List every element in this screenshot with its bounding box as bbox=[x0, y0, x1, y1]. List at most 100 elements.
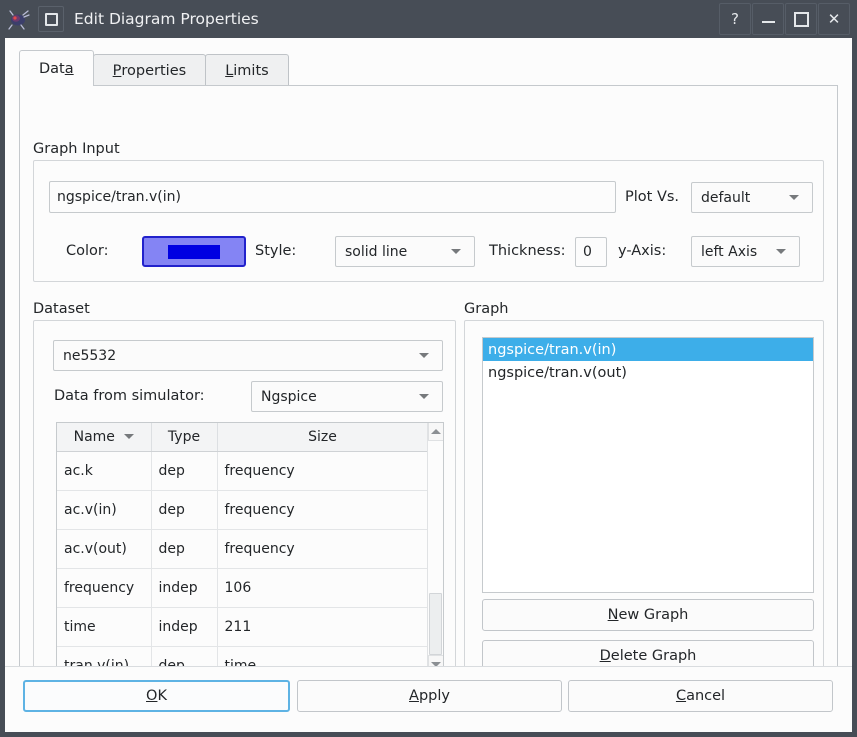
dataset-table-body: ac.k dep frequency ac.v(in) dep frequenc… bbox=[57, 451, 429, 673]
tab-data-accel: a bbox=[64, 60, 74, 77]
new-graph-label: ew Graph bbox=[618, 607, 689, 623]
thickness-input-value: 0 bbox=[583, 244, 592, 260]
sort-descending-icon bbox=[123, 434, 134, 440]
help-icon: ? bbox=[731, 10, 739, 28]
scroll-up-button[interactable] bbox=[428, 423, 443, 441]
ok-label: K bbox=[157, 688, 167, 704]
close-icon: ✕ bbox=[827, 10, 841, 28]
graph-list[interactable]: ngspice/tran.v(in) ngspice/tran.v(out) bbox=[482, 337, 814, 593]
cell-name: ac.v(out) bbox=[57, 529, 152, 569]
list-item[interactable]: ngspice/tran.v(in) bbox=[483, 338, 813, 361]
tab-bar: Dat a Properties Limits bbox=[19, 50, 289, 86]
cell-name: ac.k bbox=[57, 451, 152, 491]
window-title: Edit Diagram Properties bbox=[74, 10, 259, 28]
cell-size: 211 bbox=[217, 607, 429, 647]
maximize-button[interactable] bbox=[785, 3, 817, 35]
color-button[interactable] bbox=[142, 236, 246, 267]
scrollbar-thumb[interactable] bbox=[429, 593, 442, 655]
list-item-label: ngspice/tran.v(out) bbox=[488, 364, 627, 381]
color-swatch bbox=[168, 244, 220, 259]
cell-size: 106 bbox=[217, 568, 429, 608]
window-menu-icon[interactable] bbox=[38, 6, 64, 32]
title-bar: Edit Diagram Properties ? ✕ bbox=[0, 0, 857, 38]
dataset-value: ne5532 bbox=[63, 347, 117, 364]
column-header-type[interactable]: Type bbox=[151, 423, 218, 452]
cell-type: indep bbox=[151, 568, 218, 608]
table-row[interactable]: frequency indep 106 bbox=[57, 568, 429, 608]
ok-button[interactable]: OK bbox=[23, 680, 290, 712]
tab-limits[interactable]: Limits bbox=[205, 54, 289, 86]
chevron-down-icon bbox=[419, 353, 429, 358]
qucs-app-icon bbox=[6, 6, 32, 32]
chevron-down-icon bbox=[789, 195, 799, 200]
simulator-label: Data from simulator: bbox=[54, 388, 205, 404]
dialog-button-bar: OK Apply Cancel bbox=[5, 666, 852, 732]
column-header-size[interactable]: Size bbox=[217, 423, 429, 452]
table-row[interactable]: ac.v(in) dep frequency bbox=[57, 490, 429, 530]
plot-vs-value: default bbox=[701, 189, 751, 206]
y-axis-value: left Axis bbox=[701, 243, 758, 260]
apply-label: pply bbox=[418, 688, 450, 704]
tab-limits-accel: L bbox=[225, 62, 234, 79]
table-header-row: Name Type Size bbox=[57, 423, 429, 452]
y-axis-label: y-Axis: bbox=[618, 243, 667, 259]
dialog-body: Dat a Properties Limits Graph Input ngspi… bbox=[5, 38, 852, 732]
cell-type: dep bbox=[151, 529, 218, 569]
minimize-button[interactable] bbox=[752, 3, 784, 35]
expression-input[interactable]: ngspice/tran.v(in) bbox=[49, 181, 616, 213]
cell-size: frequency bbox=[217, 529, 429, 569]
cancel-accel: C bbox=[675, 688, 687, 704]
help-button[interactable]: ? bbox=[719, 3, 751, 35]
apply-button[interactable]: Apply bbox=[297, 680, 562, 712]
chevron-down-icon bbox=[451, 249, 461, 254]
new-graph-accel: N bbox=[607, 607, 619, 623]
cell-name: frequency bbox=[57, 568, 152, 608]
table-row[interactable]: ac.v(out) dep frequency bbox=[57, 529, 429, 569]
dataset-group-title: Dataset bbox=[33, 301, 90, 317]
dataset-table[interactable]: Name Type Size ac.k dep frequency ac.v(i… bbox=[56, 422, 444, 674]
expression-input-value: ngspice/tran.v(in) bbox=[57, 189, 181, 205]
table-row[interactable]: ac.k dep frequency bbox=[57, 451, 429, 491]
apply-accel: A bbox=[409, 688, 419, 704]
graph-input-group-title: Graph Input bbox=[33, 141, 120, 157]
list-item-label: ngspice/tran.v(in) bbox=[488, 341, 617, 358]
column-header-name[interactable]: Name bbox=[57, 423, 152, 452]
new-graph-button[interactable]: New Graph bbox=[482, 599, 814, 631]
cell-type: indep bbox=[151, 607, 218, 647]
dataset-table-head: Name Type Size bbox=[57, 423, 429, 452]
style-value: solid line bbox=[345, 243, 408, 260]
table-row[interactable]: time indep 211 bbox=[57, 607, 429, 647]
simulator-value: Ngspice bbox=[261, 388, 317, 405]
cell-type: dep bbox=[151, 490, 218, 530]
list-item[interactable]: ngspice/tran.v(out) bbox=[483, 361, 813, 384]
thickness-input[interactable]: 0 bbox=[575, 237, 607, 267]
ok-accel: O bbox=[146, 688, 158, 704]
style-label: Style: bbox=[255, 243, 297, 259]
dataset-table-grid: Name Type Size ac.k dep frequency ac.v(i… bbox=[57, 423, 429, 673]
close-button[interactable]: ✕ bbox=[818, 3, 850, 35]
style-combo[interactable]: solid line bbox=[335, 236, 475, 267]
dataset-table-scrollbar[interactable] bbox=[427, 423, 443, 673]
delete-graph-accel: D bbox=[599, 648, 611, 664]
window-menu-glyph bbox=[44, 12, 58, 26]
cell-size: frequency bbox=[217, 490, 429, 530]
cell-name: ac.v(in) bbox=[57, 490, 152, 530]
cell-size: frequency bbox=[217, 451, 429, 491]
graph-group-title: Graph bbox=[464, 301, 509, 317]
plot-vs-combo[interactable]: default bbox=[691, 182, 813, 213]
cell-name: time bbox=[57, 607, 152, 647]
simulator-combo[interactable]: Ngspice bbox=[251, 381, 443, 412]
tab-properties-accel: P bbox=[112, 62, 122, 79]
dataset-combo[interactable]: ne5532 bbox=[53, 340, 443, 371]
tab-data[interactable]: Dat a bbox=[19, 50, 94, 86]
color-label: Color: bbox=[66, 243, 109, 259]
y-axis-combo[interactable]: left Axis bbox=[691, 236, 800, 267]
plot-vs-label: Plot Vs. bbox=[625, 189, 680, 205]
chevron-down-icon bbox=[419, 394, 429, 399]
minimize-icon bbox=[761, 21, 775, 23]
cancel-label: ancel bbox=[686, 688, 726, 704]
tab-properties[interactable]: Properties bbox=[92, 54, 207, 86]
thickness-label: Thickness: bbox=[489, 243, 566, 259]
maximize-icon bbox=[793, 11, 809, 27]
cancel-button[interactable]: Cancel bbox=[568, 680, 833, 712]
